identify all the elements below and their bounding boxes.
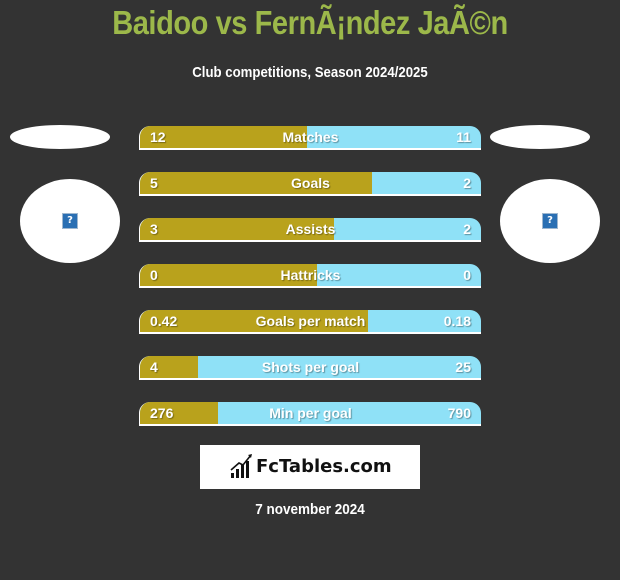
stat-label: Goals per match — [255, 313, 366, 329]
stat-row-assists: 3 Assists 2 — [139, 218, 481, 242]
stat-label: Shots per goal — [261, 359, 360, 375]
stat-row-matches: 12 Matches 11 — [139, 126, 481, 150]
page-title: Baidoo vs FernÃ¡ndez JaÃ©n — [112, 4, 508, 41]
right-value: 0 — [463, 267, 471, 283]
bar-chart-trend-icon — [230, 454, 252, 478]
stat-row-goals: 5 Goals 2 — [139, 172, 481, 196]
season-subtitle: Club competitions, Season 2024/2025 — [192, 64, 428, 81]
right-player-avatar: ? — [500, 179, 600, 263]
right-value: 11 — [456, 129, 471, 145]
broken-image-icon: ? — [62, 213, 78, 229]
stat-label: Goals — [291, 175, 330, 191]
stat-row-min-per-goal: 276 Min per goal 790 — [139, 402, 481, 426]
stat-label: Assists — [285, 221, 336, 237]
stat-label: Matches — [282, 129, 339, 145]
left-player-avatar: ? — [20, 179, 120, 263]
stat-row-goals-per-match: 0.42 Goals per match 0.18 — [139, 310, 481, 334]
left-team-badge — [10, 125, 110, 149]
stat-label: Min per goal — [269, 405, 352, 421]
broken-image-icon: ? — [542, 213, 558, 229]
right-value: 0.18 — [443, 313, 471, 329]
date-label: 7 november 2024 — [255, 501, 365, 518]
right-value: 790 — [447, 405, 471, 421]
stat-label: Hattricks — [280, 267, 341, 283]
right-team-badge — [490, 125, 590, 149]
right-value: 2 — [463, 221, 471, 237]
stat-row-hattricks: 0 Hattricks 0 — [139, 264, 481, 288]
fctables-logo[interactable]: FcTables.com — [200, 445, 420, 489]
stat-row-shots-per-goal: 4 Shots per goal 25 — [139, 356, 481, 380]
logo-text: FcTables.com — [256, 456, 392, 477]
right-value: 2 — [463, 175, 471, 191]
right-value: 25 — [455, 359, 471, 375]
